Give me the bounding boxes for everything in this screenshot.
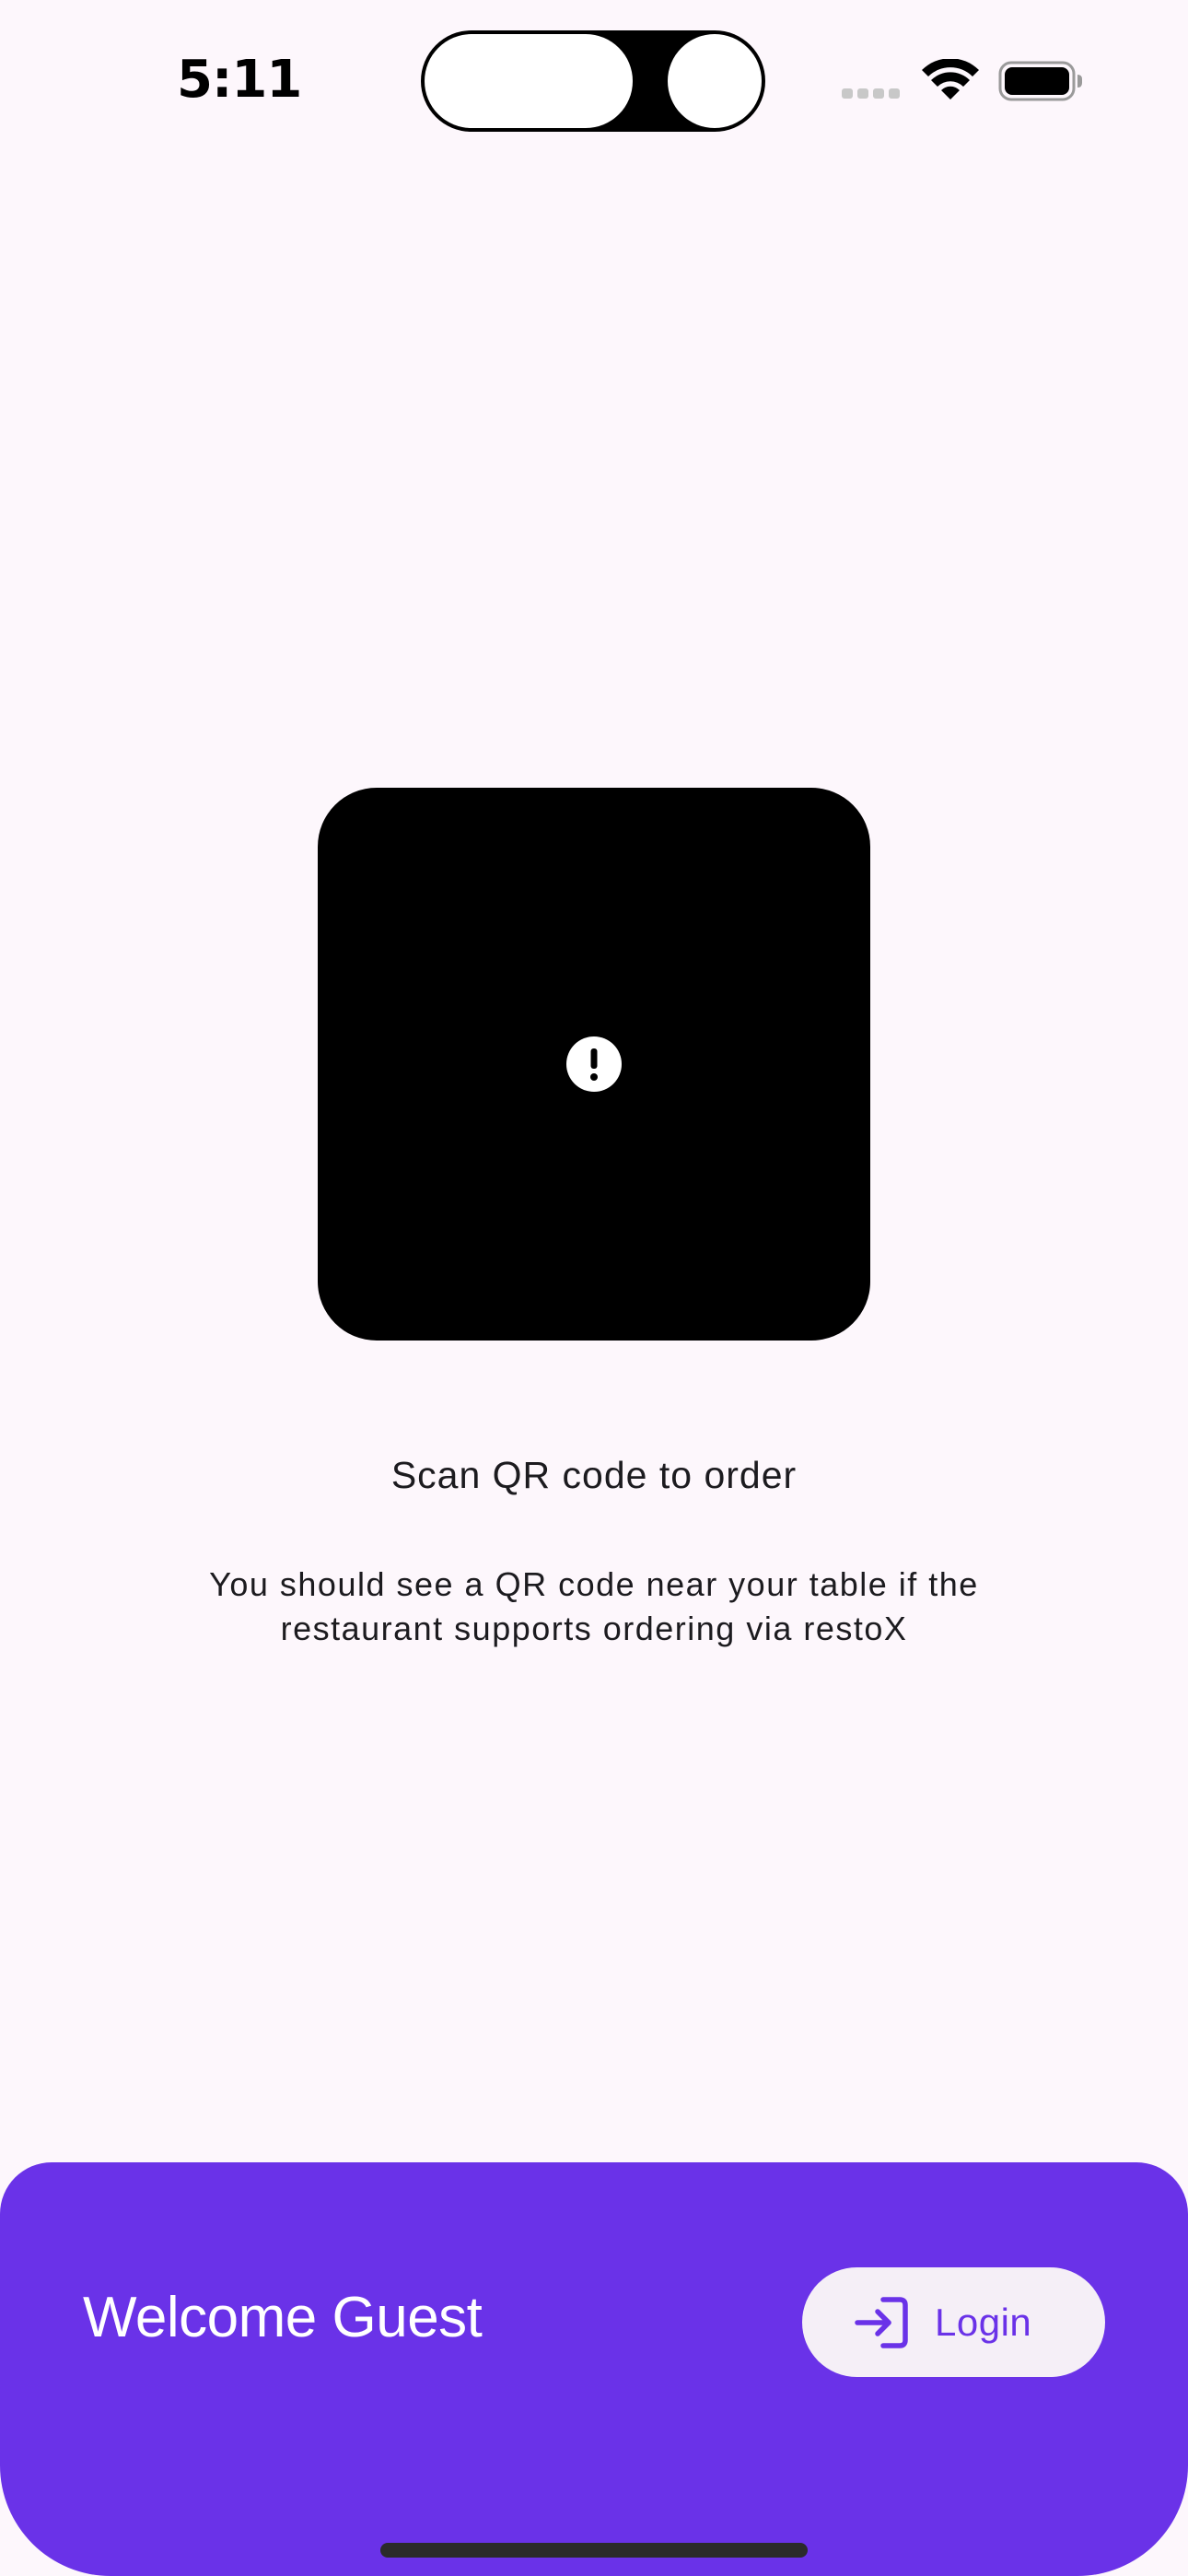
home-indicator[interactable] bbox=[380, 2543, 808, 2558]
scan-description: You should see a QR code near your table… bbox=[209, 1565, 979, 1647]
welcome-text: Welcome Guest bbox=[83, 2286, 483, 2349]
login-label: Login bbox=[935, 2300, 1032, 2344]
battery-icon bbox=[998, 61, 1082, 101]
wifi-icon bbox=[922, 59, 979, 100]
qr-scanner-view[interactable] bbox=[318, 788, 870, 1341]
dynamic-island bbox=[421, 30, 765, 132]
status-time: 5:11 bbox=[177, 50, 302, 110]
exclamation-circle-icon bbox=[566, 1036, 622, 1092]
island-pill-left bbox=[425, 34, 633, 128]
bottom-panel: Welcome Guest Login bbox=[0, 2162, 1188, 2576]
cellular-signal-icon bbox=[842, 87, 906, 99]
island-pill-right bbox=[668, 34, 762, 128]
login-arrow-icon bbox=[855, 2296, 908, 2348]
login-button[interactable]: Login bbox=[802, 2267, 1105, 2377]
scan-title: Scan QR code to order bbox=[390, 1454, 798, 1496]
